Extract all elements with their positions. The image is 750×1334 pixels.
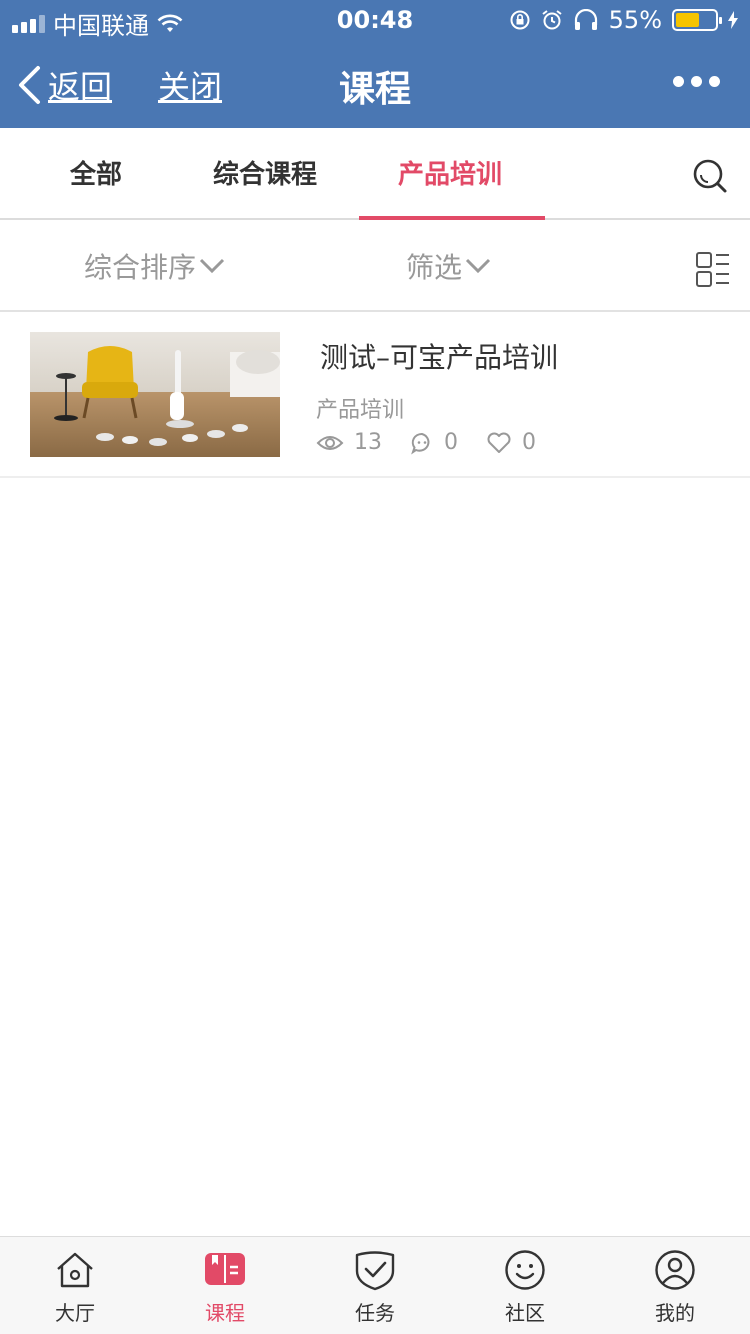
sort-dropdown[interactable]: 综合排序 [84,246,226,286]
bottom-tab-label: 任务 [355,1301,395,1325]
course-thumbnail [30,332,280,457]
charging-icon [728,11,738,29]
chevron-down-icon [199,258,225,274]
views-count: 13 [354,430,382,455]
category-tabs: 全部 综合课程 产品培训 [0,128,750,220]
filter-label: 筛选 [406,251,463,284]
smile-icon [505,1250,545,1290]
status-right: 55% [509,6,738,34]
home-icon [57,1252,93,1288]
bottom-tab-label: 社区 [505,1301,545,1325]
comments-count: 0 [444,430,458,455]
book-icon [205,1253,245,1285]
tab-all[interactable]: 全部 [70,154,122,191]
active-tab-indicator [359,216,545,220]
filter-dropdown[interactable]: 筛选 [406,246,492,286]
user-icon [655,1250,695,1290]
status-bar: 中国联通 00:48 55% [0,0,750,40]
likes-stat: 0 [486,430,536,455]
likes-count: 0 [522,430,536,455]
headphones-icon [574,9,597,30]
filter-bar: 综合排序 筛选 [0,222,750,312]
task-check-icon [355,1251,395,1291]
list-layout-icon[interactable] [696,252,730,288]
heart-icon [487,432,511,453]
comments-stat: 0 [410,430,458,455]
chevron-down-icon [465,258,491,274]
bottom-tab-label: 我的 [655,1301,695,1325]
course-category: 产品培训 [316,398,405,423]
nav-bar: 返回 关闭 课程 [0,40,750,128]
battery-percent: 55% [608,6,662,34]
page-title: 课程 [338,69,411,110]
tab-product-training[interactable]: 产品培训 [398,154,502,191]
views-stat: 13 [316,430,382,455]
eye-icon [316,435,344,450]
bottom-tab-community[interactable]: 社区 [450,1237,600,1334]
tab-general-courses[interactable]: 综合课程 [213,154,317,191]
comment-icon [411,432,430,454]
bottom-tab-hall[interactable]: 大厅 [0,1237,150,1334]
orientation-lock-icon [510,10,530,30]
bottom-tab-tasks[interactable]: 任务 [300,1237,450,1334]
course-title[interactable]: 测试–可宝产品培训 [320,336,558,376]
search-icon[interactable] [692,158,728,194]
bottom-tab-courses[interactable]: 课程 [150,1237,300,1334]
course-list-item[interactable]: 测试–可宝产品培训 产品培训 13 0 0 [0,312,750,478]
bottom-tab-label: 大厅 [55,1301,95,1325]
course-stats: 13 0 0 [316,430,564,455]
bottom-tab-bar: 大厅 课程 任务 社区 我的 [0,1236,750,1334]
more-icon[interactable] [673,76,720,87]
sort-label: 综合排序 [84,251,197,284]
top-bar: 中国联通 00:48 55% 返回 关闭 课程 [0,0,750,128]
bottom-tab-label: 课程 [205,1301,245,1325]
alarm-icon [542,10,562,30]
battery-icon [672,9,722,31]
bottom-tab-profile[interactable]: 我的 [600,1237,750,1334]
